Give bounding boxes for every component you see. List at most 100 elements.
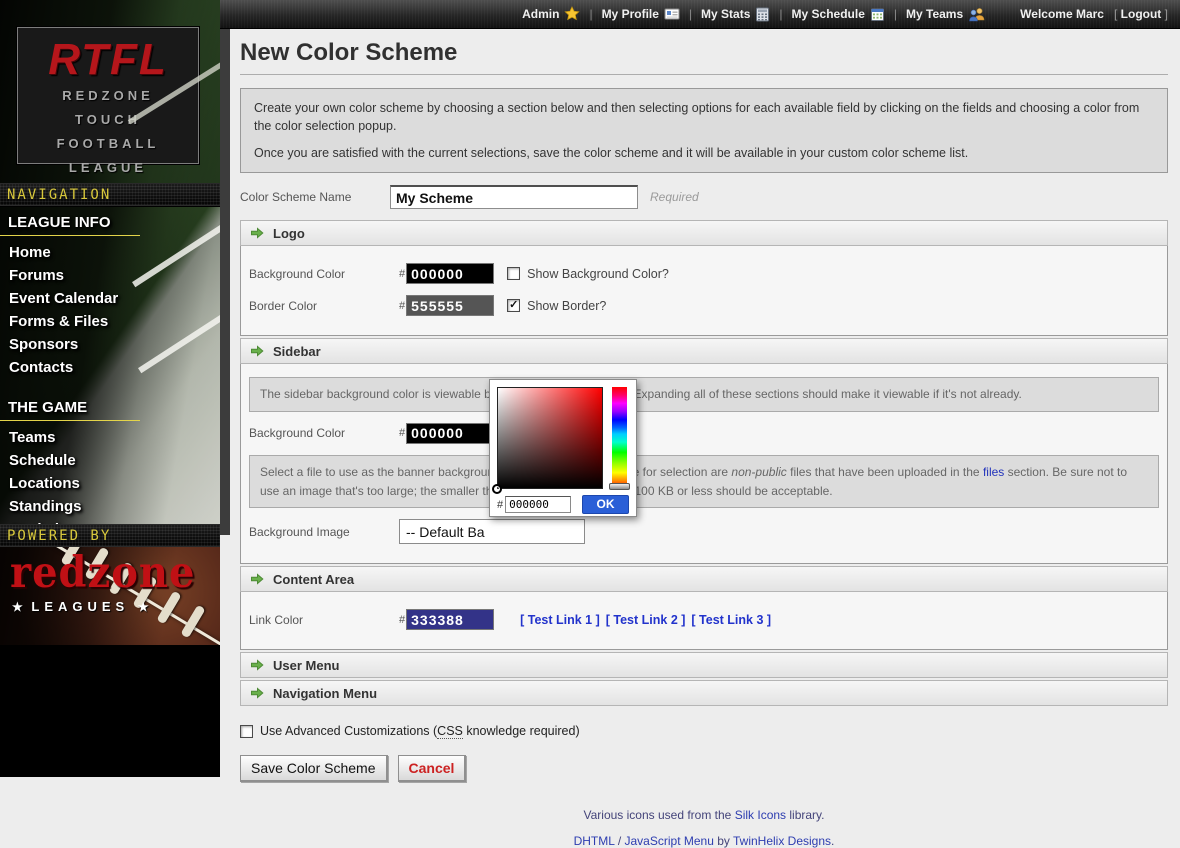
scheme-name-row: Color Scheme Name Required <box>240 185 1168 209</box>
green-arrow-icon <box>250 658 264 672</box>
star-icon <box>564 6 580 22</box>
sidebar-nav: LEAGUE INFO Home Forums Event Calendar F… <box>0 207 220 524</box>
sidebar-item-locations[interactable]: Locations <box>0 472 220 495</box>
sidebar-item-sponsors[interactable]: Sponsors <box>0 333 220 356</box>
show-border-checkbox[interactable] <box>507 299 520 312</box>
dhtml-link[interactable]: DHTML <box>574 834 615 848</box>
menu-my-schedule[interactable]: My Schedule <box>792 7 885 22</box>
menu-my-stats[interactable]: My Stats <box>701 7 770 22</box>
logout-link[interactable]: Logout <box>1121 7 1162 21</box>
background-image-row: Background Image -- Default Ba <box>249 519 1159 544</box>
content-left-shadow <box>220 29 230 535</box>
sidebar-background-color-input[interactable] <box>406 423 494 444</box>
section-navigation-menu: Navigation Menu <box>240 680 1168 706</box>
sidebar-item-forums[interactable]: Forums <box>0 264 220 287</box>
scheme-name-label: Color Scheme Name <box>240 190 390 204</box>
section-logo: Logo Background Color # Show Background … <box>240 220 1168 336</box>
save-color-scheme-button[interactable]: Save Color Scheme <box>240 755 388 782</box>
javascript-menu-link[interactable]: JavaScript Menu <box>625 834 714 848</box>
powered-by-banner: POWERED BY <box>0 524 220 547</box>
field-label: Background Color <box>249 267 399 281</box>
green-arrow-icon <box>250 344 264 358</box>
group-icon <box>968 7 986 22</box>
test-link-3[interactable]: [ Test Link 3 ] <box>691 613 771 627</box>
logo-border-color-row: Border Color # Show Border? <box>249 295 1159 316</box>
section-header-sidebar[interactable]: Sidebar <box>240 338 1168 364</box>
logo-background-color-row: Background Color # Show Background Color… <box>249 263 1159 284</box>
silk-icons-link[interactable]: Silk Icons <box>735 808 786 822</box>
section-sidebar: Sidebar The sidebar background color is … <box>240 338 1168 564</box>
vcard-icon <box>664 7 680 21</box>
redzone-brand-text: redzone <box>10 547 195 598</box>
sidebar-item-forms-files[interactable]: Forms & Files <box>0 310 220 333</box>
main-content: New Color Scheme Create your own color s… <box>230 29 1180 777</box>
nav-group-league-info: LEAGUE INFO <box>0 207 140 236</box>
sidebar-item-standings[interactable]: Standings <box>0 495 220 518</box>
color-selection-marker[interactable] <box>492 484 502 494</box>
section-header-navigation-menu[interactable]: Navigation Menu <box>240 680 1168 706</box>
ok-button[interactable]: OK <box>582 495 629 514</box>
advanced-customizations-checkbox[interactable] <box>240 725 253 738</box>
footer-menu-credit: DHTML / JavaScript Menu by TwinHelix Des… <box>240 834 1168 848</box>
twinhelix-link[interactable]: TwinHelix Designs <box>733 834 831 848</box>
intro-paragraph-1: Create your own color scheme by choosing… <box>254 99 1154 135</box>
sidebar-item-home[interactable]: Home <box>0 241 220 264</box>
files-link[interactable]: files <box>983 465 1004 479</box>
color-picker-popup: # OK <box>489 379 637 517</box>
hex-color-input[interactable] <box>505 496 571 513</box>
background-image-select[interactable]: -- Default Ba <box>399 519 585 544</box>
logo-border-color-input[interactable] <box>406 295 494 316</box>
checkbox-label: Show Background Color? <box>527 267 669 281</box>
test-link-2[interactable]: [ Test Link 2 ] <box>606 613 686 627</box>
league-sidebar: RTFL REDZONE TOUCH FOOTBALL LEAGUE NAVIG… <box>0 0 220 777</box>
intro-box: Create your own color scheme by choosing… <box>240 88 1168 173</box>
league-logo: RTFL REDZONE TOUCH FOOTBALL LEAGUE <box>17 27 199 164</box>
field-label: Border Color <box>249 299 399 313</box>
star-icon: ★ <box>138 600 149 614</box>
show-background-color-checkbox[interactable] <box>507 267 520 280</box>
menu-admin[interactable]: Admin <box>522 6 580 22</box>
hue-strip[interactable] <box>612 387 627 489</box>
sidebar-item-schedule[interactable]: Schedule <box>0 449 220 472</box>
section-body-content-area: Link Color # [ Test Link 1 ][ Test Link … <box>240 592 1168 650</box>
saturation-value-square[interactable] <box>497 387 603 489</box>
menu-my-profile[interactable]: My Profile <box>602 7 680 21</box>
test-links: [ Test Link 1 ] [ Test Link 2 ] [ Test Lin… <box>520 613 777 627</box>
sidebar-item-teams[interactable]: Teams <box>0 426 220 449</box>
section-body-sidebar: The sidebar background color is viewable… <box>240 364 1168 564</box>
top-menu: Admin | My Profile | My Stats | My Sched… <box>522 6 986 22</box>
top-menu-bar: Admin | My Profile | My Stats | My Sched… <box>220 0 1180 29</box>
checkbox-label: Show Border? <box>527 299 606 313</box>
league-logo-acronym: RTFL <box>18 38 198 82</box>
sidebar-item-event-calendar[interactable]: Event Calendar <box>0 287 220 310</box>
scheme-name-input[interactable] <box>390 185 638 209</box>
css-abbr: CSS <box>437 724 463 739</box>
field-label: Background Image <box>249 525 399 539</box>
section-content-area: Content Area Link Color # [ Test Link 1 … <box>240 566 1168 650</box>
hue-slider-handle[interactable] <box>609 483 630 490</box>
green-arrow-icon <box>250 226 264 240</box>
league-logo-line: REDZONE <box>18 86 198 106</box>
nav-group-the-game: THE GAME <box>0 392 140 421</box>
test-link-1[interactable]: [ Test Link 1 ] <box>520 613 600 627</box>
section-header-user-menu[interactable]: User Menu <box>240 652 1168 678</box>
logo-background-color-input[interactable] <box>406 263 494 284</box>
cancel-button[interactable]: Cancel <box>398 755 467 782</box>
menu-my-teams[interactable]: My Teams <box>906 7 986 22</box>
link-color-row: Link Color # [ Test Link 1 ][ Test Link … <box>249 609 1159 630</box>
sidebar-item-contacts[interactable]: Contacts <box>0 356 220 379</box>
section-header-content-area[interactable]: Content Area <box>240 566 1168 592</box>
color-picker-footer: # OK <box>497 495 629 514</box>
banner-image-info: Select a file to use as the banner backg… <box>249 455 1159 508</box>
green-arrow-icon <box>250 686 264 700</box>
league-logo-line: LEAGUE <box>18 158 198 178</box>
menu-separator: | <box>779 7 782 21</box>
menu-separator: | <box>589 7 592 21</box>
intro-paragraph-2: Once you are satisfied with the current … <box>254 144 1154 162</box>
link-color-input[interactable] <box>406 609 494 630</box>
calendar-icon <box>870 7 885 22</box>
required-hint: Required <box>650 190 699 204</box>
calculator-icon <box>755 7 770 22</box>
section-header-logo[interactable]: Logo <box>240 220 1168 246</box>
league-logo-line: TOUCH <box>18 110 198 130</box>
